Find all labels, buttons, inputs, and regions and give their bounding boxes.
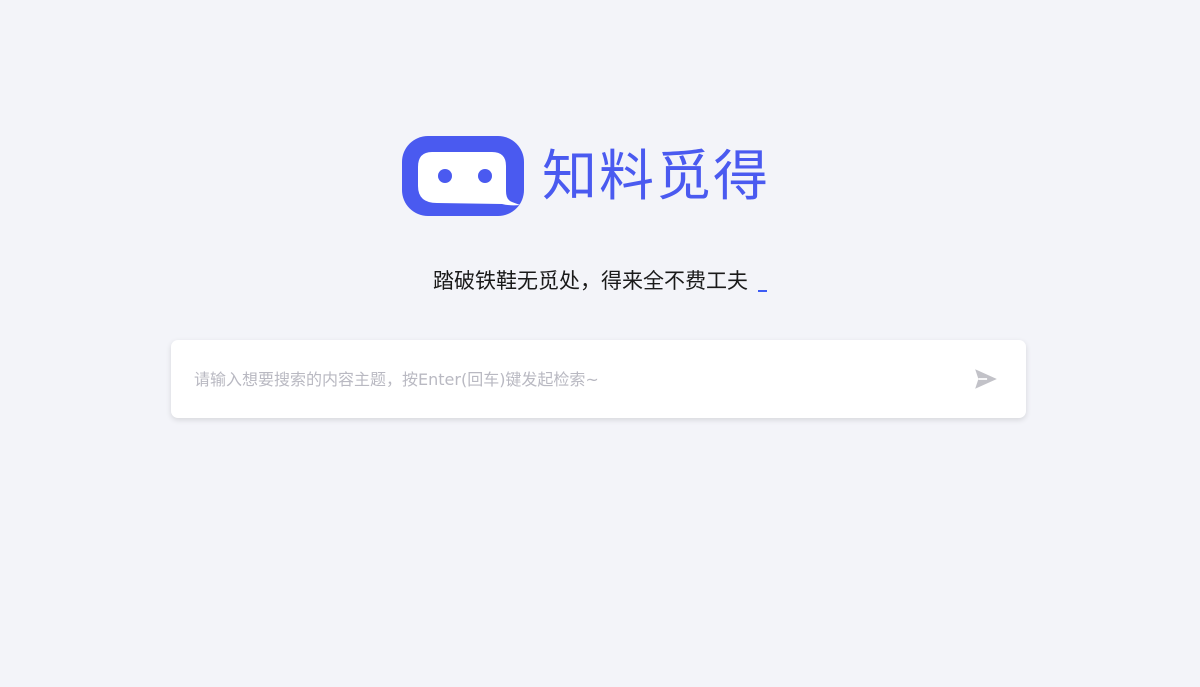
send-button[interactable] xyxy=(970,363,1002,395)
search-home-page: 知料觅得 踏破铁鞋无觅处，得来全不费工夫 xyxy=(0,0,1200,687)
slogan: 踏破铁鞋无觅处，得来全不费工夫 xyxy=(0,264,1200,298)
search-input[interactable] xyxy=(171,340,970,418)
chat-bubble-logo-icon xyxy=(402,136,524,216)
search-box xyxy=(171,340,1026,418)
slogan-text: 踏破铁鞋无觅处，得来全不费工夫 xyxy=(433,269,748,293)
brand-name: 知料觅得 xyxy=(542,144,771,208)
brand: 知料觅得 xyxy=(402,136,770,216)
typing-cursor xyxy=(758,290,767,292)
send-paper-plane-icon xyxy=(975,369,997,389)
